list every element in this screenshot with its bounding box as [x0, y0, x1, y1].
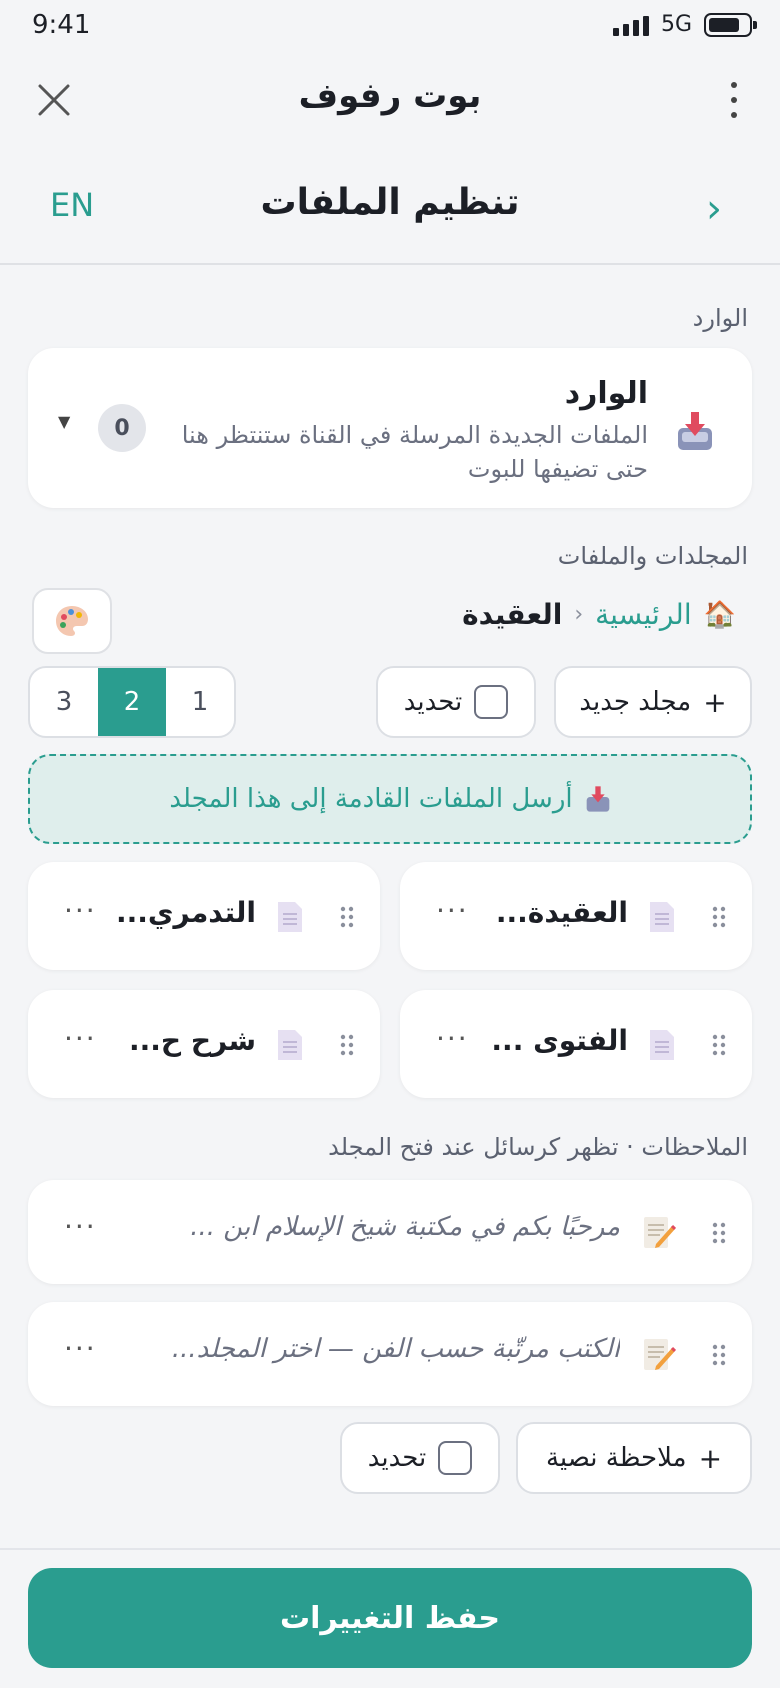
back-chevron-icon[interactable]: › [706, 186, 722, 232]
note-item[interactable]: مرحبًا بكم في مكتبة شيخ الإسلام ابن ... … [28, 1180, 752, 1284]
drag-handle-icon[interactable] [712, 1034, 726, 1056]
page-title: تنظيم الملفات [260, 182, 520, 223]
more-options-icon[interactable]: ··· [64, 894, 97, 927]
battery-icon [704, 12, 757, 37]
page-1-button[interactable]: 1 [166, 668, 234, 736]
add-text-note-button[interactable]: + ملاحظة نصية [516, 1422, 752, 1494]
breadcrumb-home[interactable]: الرئيسية [595, 598, 691, 631]
notes-section-label: الملاحظات · تظهر كرسائل عند فتح المجلد [328, 1133, 748, 1161]
document-icon [650, 1030, 674, 1060]
page-2-button[interactable]: 2 [98, 668, 166, 736]
file-name: الفتوى ... [491, 1024, 628, 1057]
drag-handle-icon[interactable] [340, 1034, 354, 1056]
plus-icon: + [703, 685, 727, 719]
file-tile[interactable]: الفتوى ... ··· [400, 990, 752, 1098]
incoming-drop-zone[interactable]: أرسل الملفات القادمة إلى هذا المجلد [28, 754, 752, 844]
more-menu-button[interactable] [728, 82, 740, 118]
footer-divider [0, 1548, 780, 1550]
file-tile[interactable]: التدمري... ··· [28, 862, 380, 970]
select-notes-button[interactable]: تحديد [340, 1422, 500, 1494]
note-item[interactable]: الكتب مرتّبة حسب الفن — اختر المجلد... ·… [28, 1302, 752, 1406]
more-options-icon[interactable]: ··· [64, 1210, 97, 1243]
more-options-icon[interactable]: ··· [64, 1332, 97, 1365]
drag-handle-icon[interactable] [712, 1222, 726, 1244]
plus-icon: + [698, 1441, 723, 1475]
inbox-description: الملفات الجديدة المرسلة في القناة ستنتظر… [181, 421, 648, 483]
palette-icon [56, 606, 88, 636]
inbox-tray-icon [586, 786, 609, 812]
document-icon [278, 1030, 302, 1060]
drag-handle-icon[interactable] [340, 906, 354, 928]
add-note-label: ملاحظة نصية [545, 1443, 687, 1473]
drag-handle-icon[interactable] [712, 1344, 726, 1366]
inbox-title: الوارد [564, 376, 648, 411]
file-tile[interactable]: شرح ح... ··· [28, 990, 380, 1098]
file-name: العقيدة... [495, 896, 628, 929]
checkbox-icon [474, 685, 509, 719]
more-options-icon[interactable]: ··· [436, 1022, 469, 1055]
select-label: تحديد [403, 687, 463, 717]
inbox-count-badge: 0 [98, 404, 146, 452]
app-title: بوت رفوف [298, 76, 482, 116]
file-name: شرح ح... [129, 1024, 256, 1057]
memo-icon [644, 1339, 676, 1370]
signal-icon [612, 14, 649, 36]
note-text: الكتب مرتّبة حسب الفن — اختر المجلد... [171, 1334, 620, 1364]
more-options-icon[interactable]: ··· [436, 894, 469, 927]
checkbox-icon [438, 1441, 473, 1475]
inbox-section-label: الوارد [692, 304, 748, 332]
file-tile[interactable]: العقيدة... ··· [400, 862, 752, 970]
home-icon: 🏠 [703, 599, 736, 630]
status-time: 9:41 [32, 10, 91, 40]
more-options-icon[interactable]: ··· [64, 1022, 97, 1055]
breadcrumb-current: العقيدة [462, 598, 563, 631]
page-3-button[interactable]: 3 [30, 668, 98, 736]
document-icon [278, 902, 302, 932]
header-divider [0, 263, 780, 265]
new-folder-label: مجلد جديد [579, 687, 692, 717]
palette-button[interactable] [32, 588, 112, 654]
note-text: مرحبًا بكم في مكتبة شيخ الإسلام ابن ... [190, 1212, 620, 1242]
drop-zone-text: أرسل الملفات القادمة إلى هذا المجلد [169, 784, 573, 814]
new-folder-button[interactable]: + مجلد جديد [554, 666, 752, 738]
inbox-tray-icon [678, 412, 712, 450]
folders-section-label: المجلدات والملفات [557, 542, 748, 570]
breadcrumb-separator-icon: ‹ [574, 602, 584, 627]
status-indicators: 5G [612, 12, 757, 37]
document-icon [650, 902, 674, 932]
save-changes-button[interactable]: حفظ التغييرات [28, 1568, 752, 1668]
network-label: 5G [660, 12, 692, 37]
pagination: 3 2 1 [28, 666, 236, 738]
select-folders-button[interactable]: تحديد [376, 666, 536, 738]
file-name: التدمري... [115, 896, 256, 929]
inbox-card[interactable]: الوارد الملفات الجديدة المرسلة في القناة… [28, 348, 752, 508]
expand-caret-icon[interactable]: ▼ [58, 412, 70, 431]
drag-handle-icon[interactable] [712, 906, 726, 928]
memo-icon [644, 1217, 676, 1248]
select-label: تحديد [367, 1443, 427, 1473]
breadcrumb: 🏠 الرئيسية ‹ العقيدة [462, 598, 736, 631]
